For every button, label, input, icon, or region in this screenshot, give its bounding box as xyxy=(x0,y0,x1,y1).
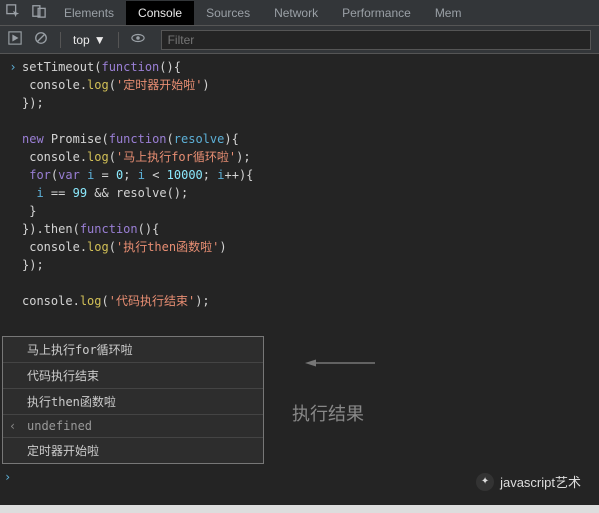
tab-network[interactable]: Network xyxy=(262,1,330,25)
output-row: ‹undefined xyxy=(3,415,263,438)
watermark: ✦ javascript艺术 xyxy=(476,472,581,491)
separator xyxy=(60,32,61,48)
clear-icon[interactable] xyxy=(34,31,48,48)
chevron-down-icon: ▼ xyxy=(94,33,106,47)
console-toolbar: top ▼ xyxy=(0,26,599,54)
tab-elements[interactable]: Elements xyxy=(52,1,126,25)
device-icon[interactable] xyxy=(32,4,46,21)
result-label: 执行结果 xyxy=(292,400,364,426)
output-row: 马上执行for循环啦 xyxy=(3,337,263,363)
return-icon: ‹ xyxy=(9,419,16,433)
eye-icon[interactable] xyxy=(131,31,145,48)
tab-sources[interactable]: Sources xyxy=(194,1,262,25)
watermark-text: javascript艺术 xyxy=(500,472,581,491)
inspect-icon[interactable] xyxy=(6,4,20,21)
output-row: 定时器开始啦 xyxy=(3,438,263,463)
devtools-tabs: Elements Console Sources Network Perform… xyxy=(0,0,599,26)
output-row: 执行then函数啦 xyxy=(3,389,263,415)
output-box: 马上执行for循环啦 代码执行结束 执行then函数啦 ‹undefined 定… xyxy=(2,336,264,464)
filter-input[interactable] xyxy=(161,30,591,50)
prompt-icon: › xyxy=(4,58,22,76)
tab-performance[interactable]: Performance xyxy=(330,1,423,25)
arrow-annotation xyxy=(270,358,410,368)
tab-icons xyxy=(0,4,52,21)
separator xyxy=(118,32,119,48)
play-icon[interactable] xyxy=(8,31,22,48)
wechat-icon: ✦ xyxy=(476,473,494,491)
console-body: ›setTimeout(function(){ console.log('定时器… xyxy=(0,54,599,314)
tab-memory[interactable]: Mem xyxy=(423,1,474,25)
output-row: 代码执行结束 xyxy=(3,363,263,389)
code: setTimeout(function(){ xyxy=(22,58,181,76)
context-label: top xyxy=(73,33,90,47)
tab-console[interactable]: Console xyxy=(126,1,194,25)
context-selector[interactable]: top ▼ xyxy=(73,33,106,47)
bottom-border xyxy=(0,505,599,513)
prompt-icon[interactable]: › xyxy=(4,470,11,484)
